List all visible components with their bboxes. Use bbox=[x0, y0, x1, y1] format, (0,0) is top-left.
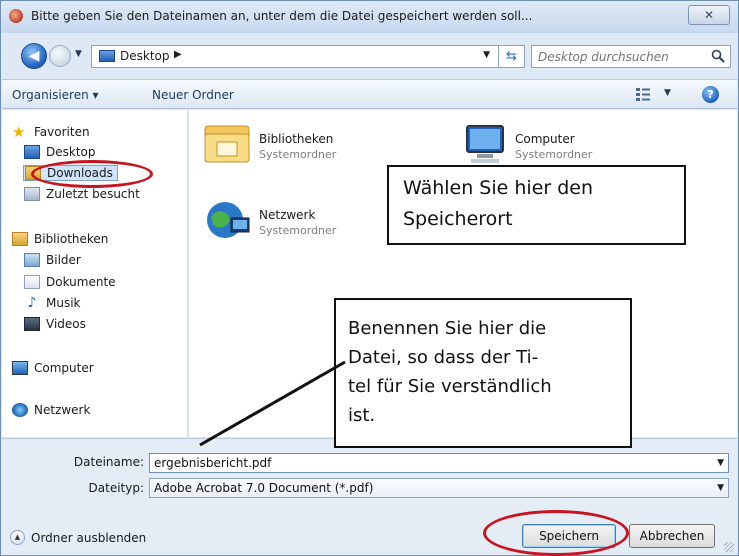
nav-documents-label: Dokumente bbox=[46, 275, 116, 289]
item-network-name: Netzwerk bbox=[259, 208, 316, 222]
nav-libraries-label: Bibliotheken bbox=[34, 232, 109, 246]
libraries-icon bbox=[12, 232, 28, 246]
location-callout: Wählen Sie hier den Speicherort bbox=[387, 165, 686, 245]
app-icon bbox=[9, 9, 23, 23]
nav-pictures[interactable]: Bilder bbox=[24, 253, 81, 267]
refresh-icon: ⇆ bbox=[506, 49, 517, 64]
filename-callout-line-4: ist. bbox=[348, 405, 376, 426]
save-form: Dateiname: ▼ Dateityp: Adobe Acrobat 7.0… bbox=[2, 438, 737, 555]
arrow-left-icon: ◀ bbox=[28, 48, 40, 64]
nav-desktop[interactable]: Desktop bbox=[24, 145, 96, 159]
nav-recent-places-label: Zuletzt besucht bbox=[46, 187, 140, 201]
videos-icon bbox=[24, 317, 40, 331]
downloads-folder-icon bbox=[25, 166, 41, 180]
nav-downloads[interactable]: Downloads bbox=[23, 165, 118, 181]
view-options-icon[interactable] bbox=[635, 87, 651, 101]
recent-places-icon bbox=[24, 187, 40, 201]
close-button[interactable]: ✕ bbox=[688, 5, 730, 25]
navigation-pane: ★ Favoriten Desktop Downloads Zuletzt be… bbox=[2, 110, 188, 437]
back-button[interactable]: ◀ bbox=[21, 43, 47, 69]
star-icon: ★ bbox=[12, 123, 26, 141]
hide-folders-label: Ordner ausblenden bbox=[31, 530, 147, 545]
nav-videos-label: Videos bbox=[46, 317, 86, 331]
network-icon bbox=[12, 403, 28, 417]
computer-icon bbox=[12, 361, 28, 375]
nav-music-label: Musik bbox=[46, 296, 81, 310]
organize-menu[interactable]: Organisieren ▾ bbox=[12, 88, 99, 102]
nav-recent-places[interactable]: Zuletzt besucht bbox=[24, 187, 140, 201]
filename-callout-line-2: Datei, so dass der Ti- bbox=[348, 347, 539, 368]
chevron-up-icon: ▲ bbox=[10, 530, 25, 545]
forward-button[interactable] bbox=[49, 45, 71, 67]
breadcrumb-location[interactable]: Desktop bbox=[120, 49, 170, 63]
breadcrumb-dropdown-icon[interactable]: ▼ bbox=[483, 50, 490, 60]
save-file-dialog: Bitte geben Sie den Dateinamen an, unter… bbox=[0, 0, 739, 556]
nav-documents[interactable]: Dokumente bbox=[24, 275, 116, 289]
title-bar: Bitte geben Sie den Dateinamen an, unter… bbox=[1, 1, 738, 33]
filetype-label: Dateityp: bbox=[88, 481, 144, 495]
resize-grip[interactable] bbox=[724, 542, 734, 552]
nav-network-label: Netzwerk bbox=[34, 403, 91, 417]
filename-callout-line-3: tel für Sie verständlich bbox=[348, 376, 552, 397]
nav-favorites[interactable]: ★ Favoriten bbox=[12, 123, 90, 141]
cancel-button[interactable]: Abbrechen bbox=[629, 524, 715, 548]
nav-computer[interactable]: Computer bbox=[12, 361, 94, 375]
nav-libraries[interactable]: Bibliotheken bbox=[12, 232, 108, 246]
nav-favorites-label: Favoriten bbox=[34, 125, 90, 139]
filetype-dropdown-icon[interactable]: ▼ bbox=[717, 483, 724, 493]
dialog-title: Bitte geben Sie den Dateinamen an, unter… bbox=[31, 9, 533, 23]
item-network-type: Systemordner bbox=[259, 224, 337, 237]
command-bar: Organisieren ▾ Neuer Ordner ▼ ? bbox=[2, 79, 737, 109]
desktop-icon bbox=[99, 50, 115, 62]
hide-folders-button[interactable]: ▲ Ordner ausblenden bbox=[10, 530, 146, 545]
search-box[interactable] bbox=[531, 45, 731, 68]
new-folder-button[interactable]: Neuer Ordner bbox=[152, 88, 234, 102]
save-button[interactable]: Speichern bbox=[522, 524, 616, 548]
item-computer-name: Computer bbox=[515, 132, 575, 146]
location-callout-line-1: Wählen Sie hier den bbox=[403, 177, 594, 199]
nav-music[interactable]: ♪ Musik bbox=[24, 296, 81, 310]
address-row: ◀ ▼ Desktop ▶ ▼ ⇆ bbox=[1, 33, 738, 77]
breadcrumb-chevron-icon[interactable]: ▶ bbox=[174, 49, 182, 60]
recent-locations-dropdown[interactable]: ▼ bbox=[75, 49, 82, 59]
nav-network[interactable]: Netzwerk bbox=[12, 403, 90, 417]
documents-icon bbox=[24, 275, 40, 289]
search-input[interactable] bbox=[538, 48, 698, 65]
filename-callout-line-1: Benennen Sie hier die bbox=[348, 318, 547, 339]
nav-desktop-label: Desktop bbox=[46, 145, 96, 159]
computer-icon bbox=[466, 125, 504, 163]
desktop-icon bbox=[24, 145, 40, 159]
nav-downloads-label: Downloads bbox=[47, 166, 113, 180]
nav-pictures-label: Bilder bbox=[46, 253, 81, 267]
nav-computer-label: Computer bbox=[34, 361, 94, 375]
libraries-folder-icon bbox=[204, 125, 250, 163]
filename-dropdown-icon[interactable]: ▼ bbox=[717, 458, 724, 468]
refresh-button[interactable]: ⇆ bbox=[499, 45, 525, 68]
filetype-value: Adobe Acrobat 7.0 Document (*.pdf) bbox=[154, 481, 374, 495]
filetype-select[interactable]: Adobe Acrobat 7.0 Document (*.pdf) ▼ bbox=[149, 478, 729, 498]
breadcrumb[interactable]: Desktop ▶ ▼ bbox=[91, 45, 499, 68]
location-callout-line-2: Speicherort bbox=[403, 208, 513, 230]
filename-callout: Benennen Sie hier die Datei, so dass der… bbox=[334, 298, 632, 448]
music-note-icon: ♪ bbox=[27, 295, 37, 311]
filename-label: Dateiname: bbox=[73, 455, 144, 469]
item-libraries-name: Bibliotheken bbox=[259, 132, 334, 146]
nav-videos[interactable]: Videos bbox=[24, 317, 86, 331]
item-computer-type: Systemordner bbox=[515, 148, 593, 161]
filename-input[interactable] bbox=[154, 455, 694, 471]
network-globe-icon bbox=[207, 202, 250, 238]
search-icon[interactable] bbox=[711, 49, 725, 63]
help-button[interactable]: ? bbox=[702, 86, 719, 103]
filename-combobox[interactable]: ▼ bbox=[149, 453, 729, 473]
item-libraries-type: Systemordner bbox=[259, 148, 337, 161]
view-options-dropdown-icon[interactable]: ▼ bbox=[664, 88, 671, 98]
pictures-icon bbox=[24, 253, 40, 267]
